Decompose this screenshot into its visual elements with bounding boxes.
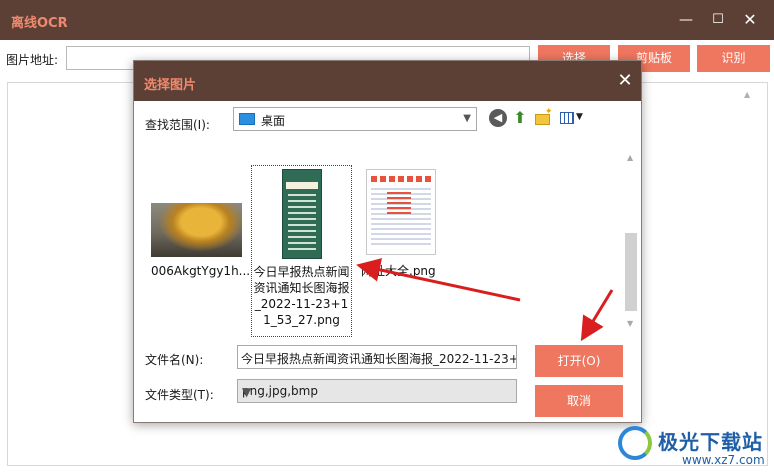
look-in-label: 查找范围(I): xyxy=(145,118,210,132)
filetype-label: 文件类型(T): xyxy=(145,388,214,402)
cancel-button[interactable]: 取消 xyxy=(535,385,623,417)
new-folder-icon[interactable]: ✦ xyxy=(534,107,553,127)
app-title: 离线OCR xyxy=(11,16,68,31)
watermark: 极光下载站 www.xz7.com xyxy=(612,420,774,475)
watermark-url: www.xz7.com xyxy=(682,453,765,467)
scroll-up-icon[interactable]: ▲ xyxy=(627,153,633,162)
dialog-titlebar: 选择图片 ✕ xyxy=(134,61,641,101)
view-menu-icon[interactable]: ▼ xyxy=(560,109,584,127)
watermark-brand: 极光下载站 xyxy=(658,430,763,454)
look-in-dropdown[interactable]: 桌面 ▼ xyxy=(233,107,477,131)
file-list-scrollbar[interactable]: ▲ ▼ xyxy=(623,145,639,329)
image-path-label: 图片地址: xyxy=(6,53,59,67)
brand-logo-icon xyxy=(618,426,652,460)
filename-label: 文件名(N): xyxy=(145,353,204,367)
file-item-selected[interactable]: 今日早报热点新闻资讯通知长图海报_2022-11-23+11_53_27.png xyxy=(251,165,352,337)
dialog-title: 选择图片 xyxy=(144,78,197,93)
scrollbar-thumb[interactable] xyxy=(625,233,637,311)
recognize-button[interactable]: 识别 xyxy=(697,45,770,72)
dialog-close-icon[interactable]: ✕ xyxy=(613,69,637,93)
back-icon[interactable]: ◀ xyxy=(489,109,507,127)
filename-value: 今日早报热点新闻资讯通知长图海报_2022-11-23+ xyxy=(241,352,517,366)
file-name: 网址大全.png xyxy=(361,264,436,278)
file-thumbnail xyxy=(282,169,322,259)
maximize-icon[interactable]: ☐ xyxy=(706,8,730,32)
filename-input[interactable]: 今日早报热点新闻资讯通知长图海报_2022-11-23+ xyxy=(237,345,517,369)
look-in-value: 桌面 xyxy=(261,114,286,128)
chevron-down-icon: ▼ xyxy=(463,113,471,124)
minimize-icon[interactable]: — xyxy=(674,8,698,32)
close-icon[interactable]: ✕ xyxy=(738,8,762,32)
file-thumbnail xyxy=(151,203,242,257)
scroll-down-icon[interactable]: ▼ xyxy=(627,319,633,328)
file-item[interactable]: 网址大全.png xyxy=(361,165,461,278)
file-name: 006AkgtYgy1h... xyxy=(151,264,251,278)
file-thumbnail xyxy=(366,169,436,255)
select-image-dialog: 选择图片 ✕ 查找范围(I): 桌面 ▼ ◀ ⬆ ✦ ▼ 006AkgtYgy1… xyxy=(133,60,642,423)
file-name: 今日早报热点新闻资讯通知长图海报_2022-11-23+11_53_27.png xyxy=(253,265,350,327)
chevron-down-icon: ▼ xyxy=(242,385,252,399)
up-folder-icon[interactable]: ⬆ xyxy=(511,109,529,127)
desktop-icon xyxy=(239,113,255,125)
scroll-up-icon[interactable]: ▲ xyxy=(744,90,750,99)
file-item[interactable]: 006AkgtYgy1h... xyxy=(148,165,252,278)
file-list[interactable]: 006AkgtYgy1h... 今日早报热点新闻资讯通知长图海报_2022-11… xyxy=(145,145,639,337)
open-button[interactable]: 打开(O) xyxy=(535,345,623,377)
app-titlebar: 离线OCR — ☐ ✕ xyxy=(0,0,774,40)
filetype-dropdown[interactable]: png,jpg,bmp ▼ xyxy=(237,379,517,403)
